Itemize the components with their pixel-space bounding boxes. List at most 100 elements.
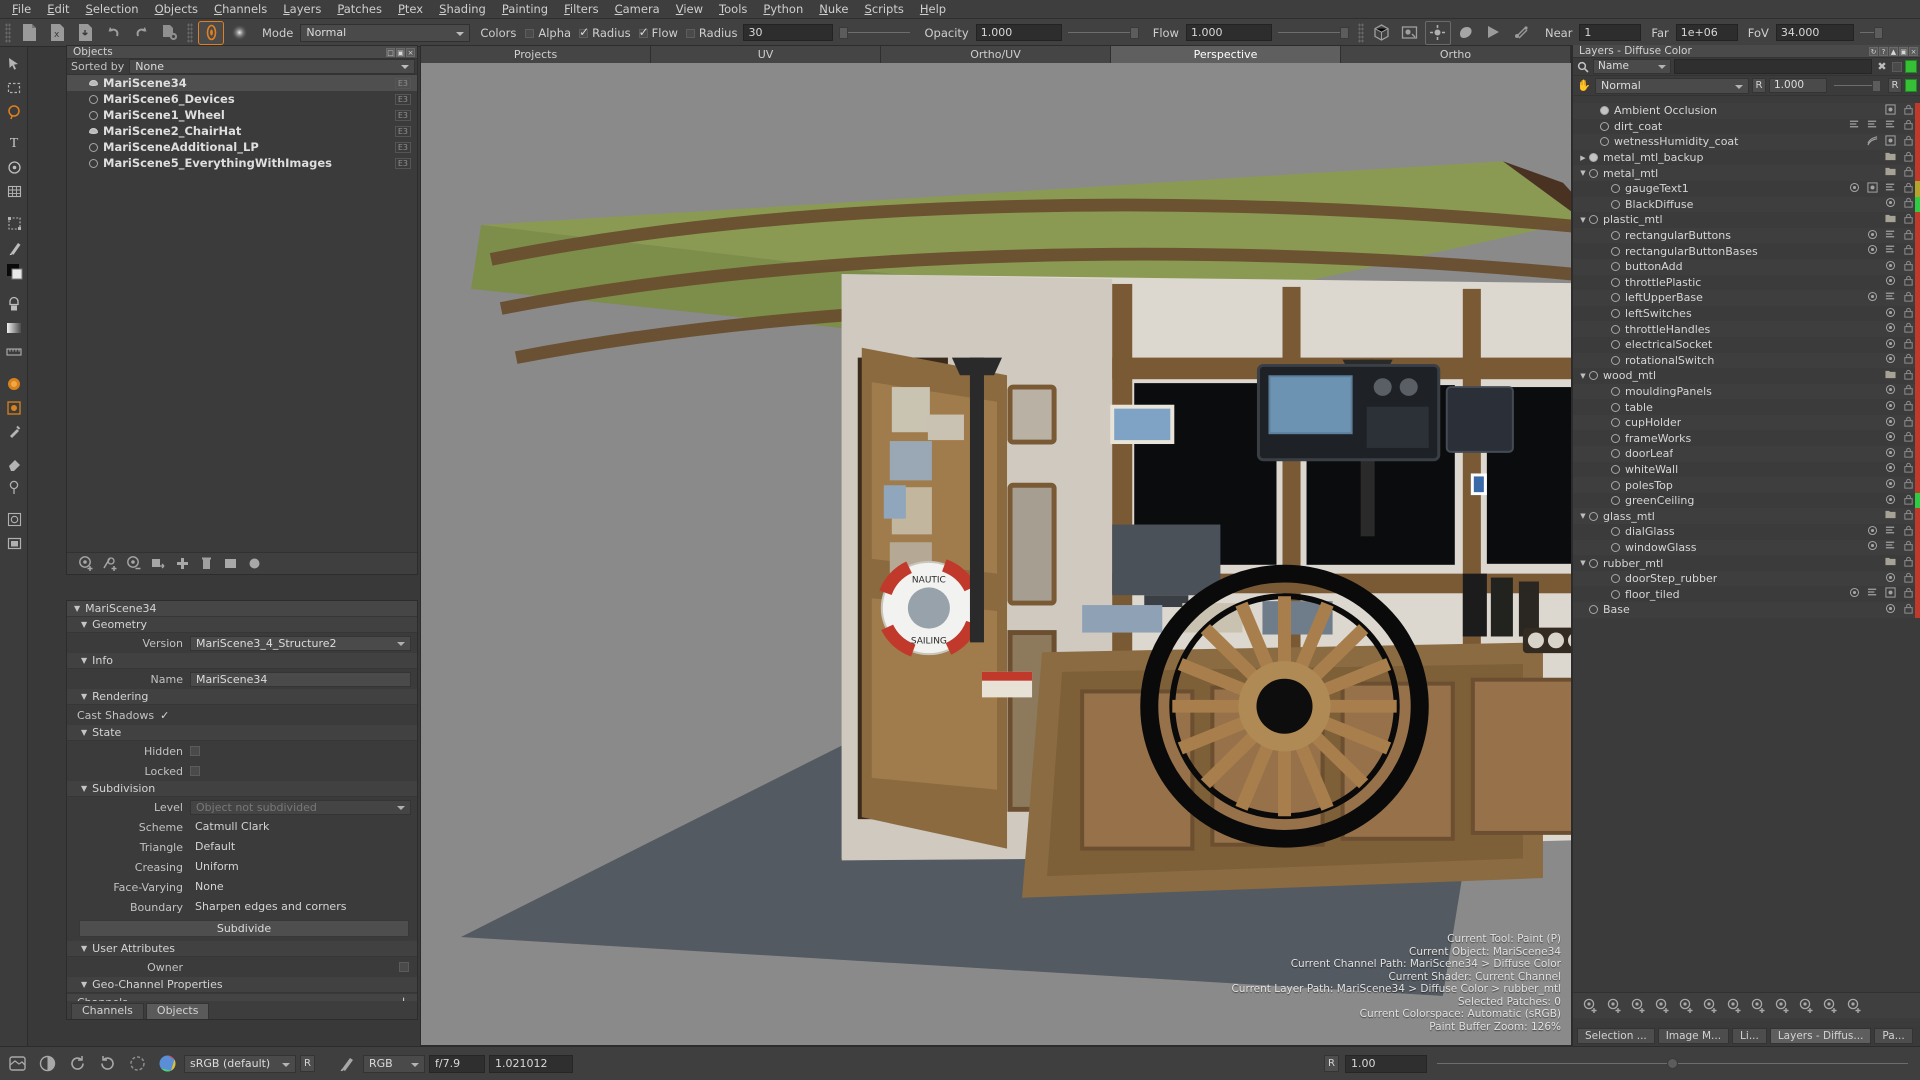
- layer-row[interactable]: mouldingPanels: [1573, 384, 1920, 400]
- layer-opacity-input[interactable]: 1.000: [1769, 78, 1827, 93]
- paint-icon[interactable]: [1885, 494, 1896, 508]
- layer-visibility-icon[interactable]: [1611, 434, 1620, 443]
- layer-lock-icon[interactable]: [1903, 462, 1914, 476]
- layers-bottom-tab[interactable]: Image M...: [1658, 1028, 1729, 1044]
- layer-row[interactable]: Base: [1573, 602, 1920, 618]
- channel-select[interactable]: RGB: [363, 1055, 425, 1073]
- project-settings-icon[interactable]: [156, 21, 182, 45]
- opacity-active-indicator[interactable]: [1905, 79, 1917, 92]
- layer-lock-icon[interactable]: [1903, 572, 1914, 586]
- layer-row[interactable]: leftSwitches: [1573, 306, 1920, 322]
- layer-row[interactable]: ▼metal_mtl: [1573, 165, 1920, 181]
- menu-item-camera[interactable]: Camera: [607, 0, 668, 18]
- layers-bottom-tab[interactable]: Selection ...: [1577, 1028, 1655, 1044]
- layer-visibility-icon[interactable]: [1611, 590, 1620, 599]
- menu-item-tools[interactable]: Tools: [711, 0, 755, 18]
- viewport-tab-ortho-uv[interactable]: Ortho/UV: [881, 46, 1111, 63]
- layer-visibility-icon[interactable]: [1611, 387, 1620, 396]
- menu-item-python[interactable]: Python: [755, 0, 811, 18]
- sorted-by-select[interactable]: None: [129, 59, 415, 74]
- layer-lock-icon[interactable]: [1903, 151, 1914, 165]
- menu-item-file[interactable]: File: [4, 0, 39, 18]
- layer-visibility-icon[interactable]: [1589, 153, 1598, 162]
- layer-visibility-icon[interactable]: [1600, 122, 1609, 131]
- object-row[interactable]: MariScene34E3: [67, 75, 417, 91]
- layer-row[interactable]: table: [1573, 399, 1920, 415]
- right-r-badge[interactable]: R: [1324, 1055, 1339, 1072]
- eraser-tool[interactable]: [1, 452, 27, 475]
- layer-lock-icon[interactable]: [1903, 166, 1914, 180]
- adjustment-icon[interactable]: [1885, 587, 1896, 601]
- opacity-slider[interactable]: [1068, 27, 1139, 39]
- transform-paint-tool[interactable]: [1, 212, 27, 235]
- object-row[interactable]: MariScene1_WheelE3: [67, 107, 417, 123]
- layer-row[interactable]: ▼plastic_mtl: [1573, 212, 1920, 228]
- reset-icon[interactable]: [94, 1052, 120, 1076]
- layer-lock-icon[interactable]: [1903, 587, 1914, 601]
- props-subdivision-header[interactable]: ▼ Subdivision: [67, 781, 417, 797]
- layer-lock-icon[interactable]: [1903, 275, 1914, 289]
- props-object-header[interactable]: ▼ MariScene34: [67, 601, 417, 617]
- camera-icon[interactable]: [1509, 21, 1535, 45]
- layers-list[interactable]: Ambient Occlusiondirt_coatwetnessHumidit…: [1573, 103, 1920, 954]
- paint-icon[interactable]: [1885, 416, 1896, 430]
- flow-slider[interactable]: [1278, 27, 1349, 39]
- far-input[interactable]: 1e+06: [1676, 24, 1738, 41]
- hand-icon[interactable]: ✋: [1576, 79, 1592, 92]
- layer-visibility-icon[interactable]: [1611, 496, 1620, 505]
- menu-item-patches[interactable]: Patches: [329, 0, 390, 18]
- radius-toggle-checkbox[interactable]: Radius: [579, 26, 631, 40]
- viewport-tab-perspective[interactable]: Perspective: [1111, 46, 1341, 63]
- hidden-checkbox[interactable]: [190, 746, 200, 756]
- refresh-icon[interactable]: [64, 1052, 90, 1076]
- merge-icon[interactable]: [1773, 996, 1792, 1015]
- object-row[interactable]: MariScene6_DevicesE3: [67, 91, 417, 107]
- visibility-toggle-icon[interactable]: [89, 159, 98, 168]
- add-layer-icon[interactable]: [1581, 996, 1600, 1015]
- layer-lock-icon[interactable]: [1903, 540, 1914, 554]
- add-adjustment-icon[interactable]: [1605, 996, 1624, 1015]
- layer-visibility-icon[interactable]: [1611, 481, 1620, 490]
- paint-icon[interactable]: [1885, 462, 1896, 476]
- layer-lock-icon[interactable]: [1903, 104, 1914, 118]
- layer-lock-icon[interactable]: [1903, 229, 1914, 243]
- layer-visibility-icon[interactable]: [1611, 449, 1620, 458]
- layer-visibility-icon[interactable]: [1611, 184, 1620, 193]
- search-filter-select[interactable]: Name: [1593, 59, 1671, 74]
- color-picker-tool[interactable]: [1, 420, 27, 443]
- new-project-icon[interactable]: [16, 21, 42, 45]
- alpha-checkbox[interactable]: Alpha: [525, 26, 571, 40]
- mask-stack-icon[interactable]: [1885, 229, 1896, 243]
- layer-row[interactable]: rectangularButtons: [1573, 228, 1920, 244]
- display-transform-icon[interactable]: [34, 1052, 60, 1076]
- layer-lock-icon[interactable]: [1903, 322, 1914, 336]
- layer-visibility-icon[interactable]: [1611, 574, 1620, 583]
- layer-visibility-icon[interactable]: [1589, 605, 1598, 614]
- paint-icon[interactable]: [1849, 182, 1860, 196]
- version-select[interactable]: MariScene3_4_Structure2: [190, 636, 411, 651]
- menu-item-shading[interactable]: Shading: [431, 0, 494, 18]
- layer-visibility-icon[interactable]: [1611, 325, 1620, 334]
- fov-slider[interactable]: [1860, 27, 1883, 39]
- paint-icon[interactable]: [1867, 525, 1878, 539]
- layer-lock-icon[interactable]: [1903, 260, 1914, 274]
- layer-row[interactable]: leftUpperBase: [1573, 290, 1920, 306]
- layer-visibility-icon[interactable]: [1611, 200, 1620, 209]
- menu-item-channels[interactable]: Channels: [206, 0, 275, 18]
- layer-row[interactable]: buttonAdd: [1573, 259, 1920, 275]
- paint-icon[interactable]: [1867, 229, 1878, 243]
- remove-mask-icon[interactable]: [1797, 996, 1816, 1015]
- ruler-tool[interactable]: [1, 340, 27, 363]
- close-icon[interactable]: ×: [406, 48, 415, 57]
- layer-row[interactable]: windowGlass: [1573, 540, 1920, 556]
- search-icon[interactable]: [1576, 61, 1590, 73]
- lasso-select-tool[interactable]: [1, 100, 27, 123]
- remove-object-icon[interactable]: [125, 555, 143, 573]
- layer-visibility-icon[interactable]: [1611, 403, 1620, 412]
- visibility-toggle-icon[interactable]: [89, 80, 98, 86]
- right-slider[interactable]: [1437, 1058, 1908, 1069]
- layer-row[interactable]: ▼wood_mtl: [1573, 368, 1920, 384]
- add-object-version-icon[interactable]: [101, 555, 119, 573]
- remove-layer-icon[interactable]: [1821, 996, 1840, 1015]
- toolbar-grip-3[interactable]: [1358, 23, 1364, 43]
